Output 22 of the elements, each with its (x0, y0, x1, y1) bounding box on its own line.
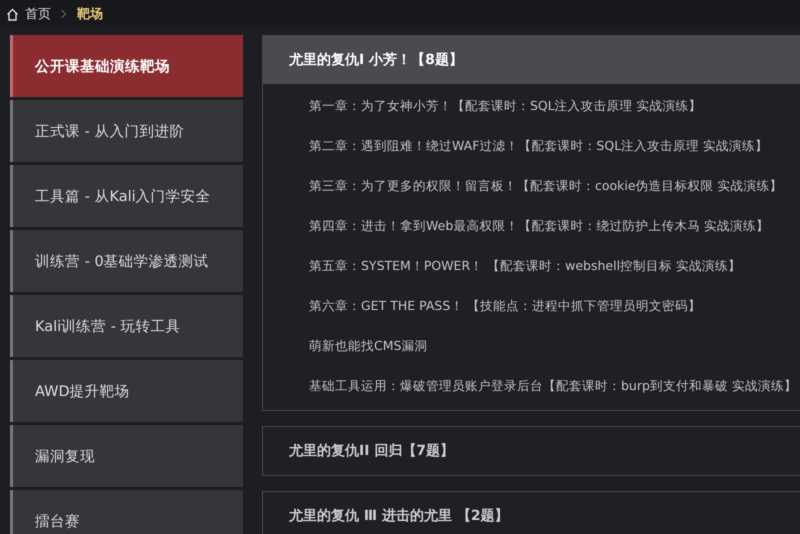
lesson-link[interactable]: 第三章：为了更多的权限！留言板！【配套课时：cookie伪造目标权限 实战演练】 (309, 166, 800, 206)
sidebar-item[interactable]: AWD提升靶场 (10, 360, 243, 422)
section-header[interactable]: 尤里的复仇 Ⅲ 进击的尤里 【2题】 (263, 492, 800, 534)
sidebar-item[interactable]: 擂台赛 (10, 490, 243, 534)
sidebar-item[interactable]: 公开课基础演练靶场 (10, 35, 243, 97)
lesson-link[interactable]: 第六章：GET THE PASS！ 【技能点：进程中抓下管理员明文密码】 (309, 286, 800, 326)
lesson-link[interactable]: 萌新也能找CMS漏洞 (309, 326, 800, 366)
home-icon[interactable] (6, 8, 19, 20)
sidebar-item[interactable]: 训练营 - 0基础学渗透测试 (10, 230, 243, 292)
sidebar-item[interactable]: 工具篇 - 从Kali入门学安全 (10, 165, 243, 227)
lesson-link[interactable]: 第四章：进击！拿到Web最高权限！【配套课时：绕过防护上传木马 实战演练】 (309, 206, 800, 246)
lesson-link[interactable]: 基础工具运用：爆破管理员账户登录后台【配套课时：burp到支付和暴破 实战演练】 (309, 366, 800, 406)
section-header[interactable]: 尤里的复仇Ⅰ 小芳！【8题】 (263, 36, 800, 84)
breadcrumb-link[interactable]: 首页 (25, 5, 51, 23)
sidebar-item[interactable]: 漏洞复现 (10, 425, 243, 487)
lesson-link[interactable]: 第一章：为了女神小芳！【配套课时：SQL注入攻击原理 实战演练】 (309, 86, 800, 126)
breadcrumb-link[interactable]: 靶场 (77, 5, 103, 23)
section-header[interactable]: 尤里的复仇II 回归【7题】 (263, 427, 800, 475)
sidebar-item[interactable]: 正式课 - 从入门到进阶 (10, 100, 243, 162)
lesson-link[interactable]: 第二章：遇到阻难！绕过WAF过滤！【配套课时：SQL注入攻击原理 实战演练】 (309, 126, 800, 166)
lesson-link[interactable]: 第五章：SYSTEM！POWER！ 【配套课时：webshell控制目标 实战演练】 (309, 246, 800, 286)
sidebar-item[interactable]: Kali训练营 - 玩转工具 (10, 295, 243, 357)
